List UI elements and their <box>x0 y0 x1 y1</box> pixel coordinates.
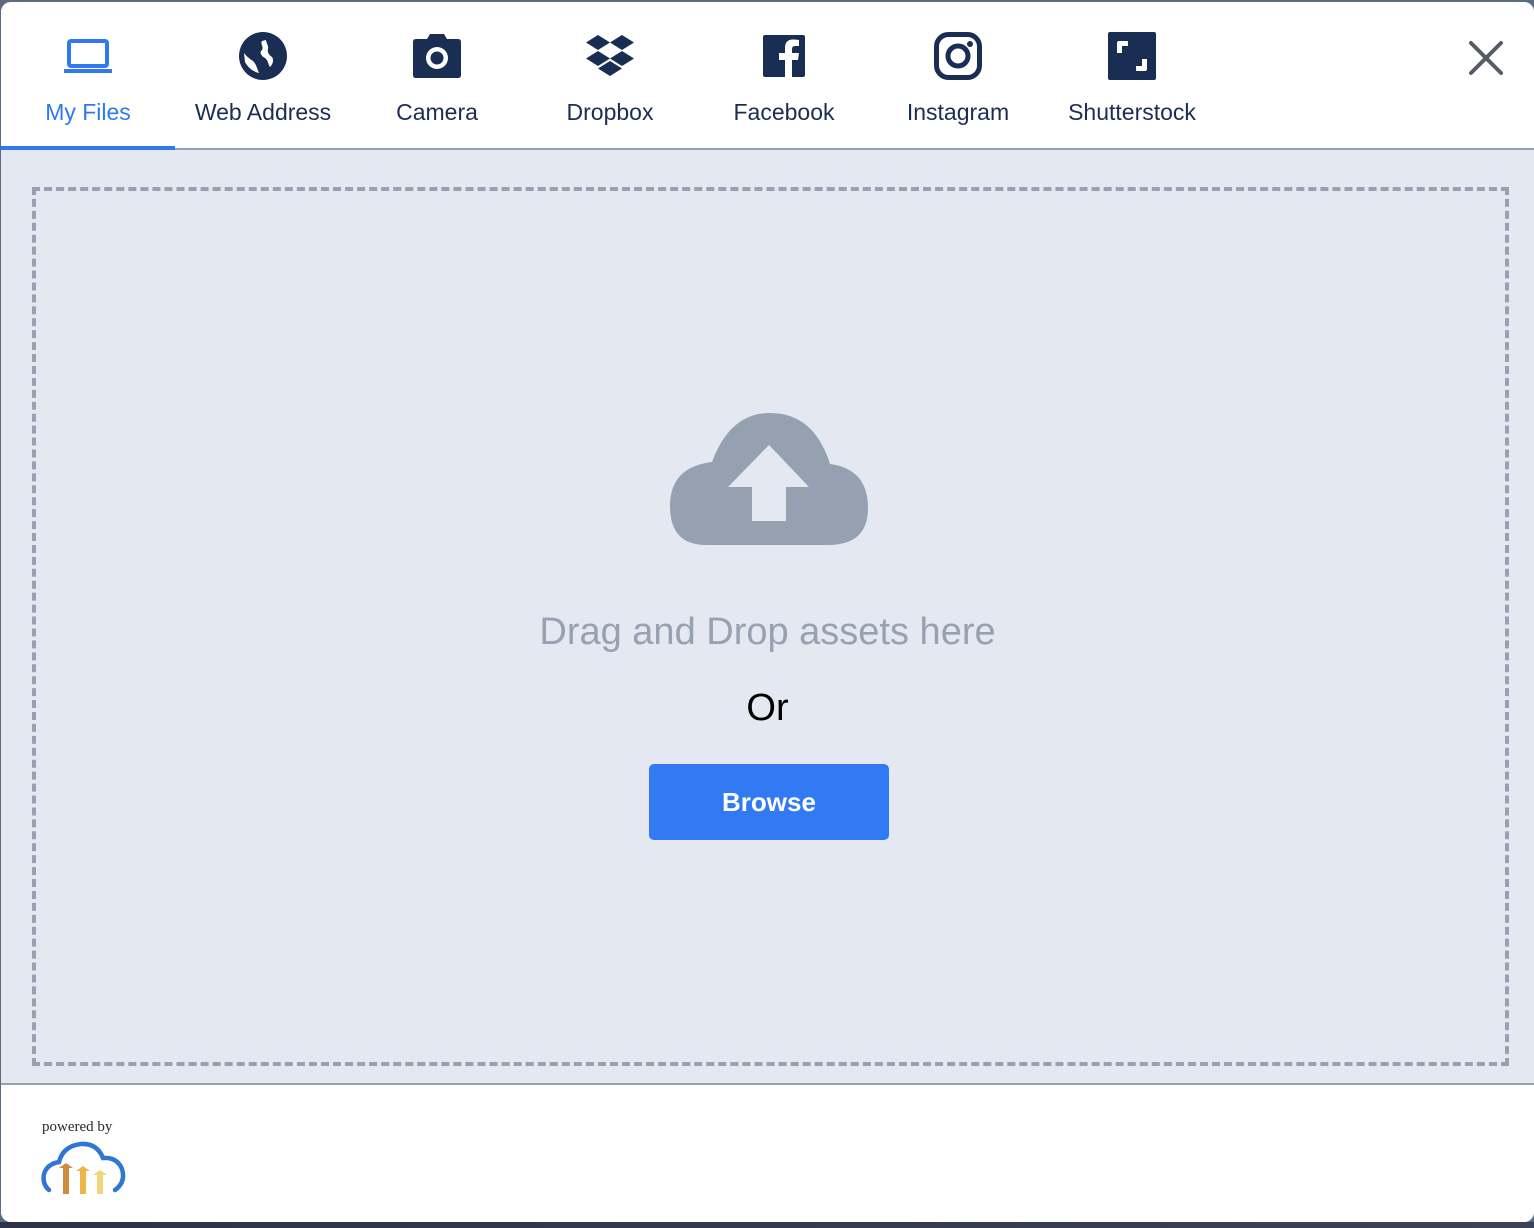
close-icon <box>1469 41 1503 75</box>
globe-icon <box>237 30 289 82</box>
cloudinary-logo[interactable] <box>41 1140 127 1198</box>
footer: powered by <box>1 1085 1534 1222</box>
laptop-icon <box>62 30 114 82</box>
tab-web-address[interactable]: Web Address <box>176 2 350 148</box>
tab-label: Instagram <box>906 99 1010 125</box>
close-button[interactable] <box>1464 36 1508 80</box>
tab-label: My Files <box>45 99 131 125</box>
or-text: Or <box>746 687 789 729</box>
browse-button[interactable]: Browse <box>649 764 889 840</box>
tab-label: Facebook <box>733 99 835 125</box>
drag-drop-text: Drag and Drop assets here <box>539 611 996 653</box>
facebook-icon <box>758 30 810 82</box>
shutterstock-icon <box>1106 30 1158 82</box>
tab-label: Dropbox <box>566 99 654 125</box>
tab-facebook[interactable]: Facebook <box>697 2 871 148</box>
backdrop-edge <box>0 1222 1534 1228</box>
dropbox-icon <box>584 30 636 82</box>
tab-label: Shutterstock <box>1068 99 1196 125</box>
tab-dropbox[interactable]: Dropbox <box>523 2 697 148</box>
upload-widget-modal: My Files Web Address Camera Dropbox Face… <box>1 2 1534 1222</box>
tab-my-files[interactable]: My Files <box>1 2 175 150</box>
tab-instagram[interactable]: Instagram <box>871 2 1045 148</box>
camera-icon <box>411 30 463 82</box>
source-tabs: My Files Web Address Camera Dropbox Face… <box>1 2 1534 150</box>
upload-area: Drag and Drop assets here Or Browse <box>1 150 1534 1085</box>
powered-by-text: powered by <box>42 1119 113 1135</box>
instagram-icon <box>932 30 984 82</box>
tab-label: Web Address <box>194 99 332 125</box>
cloud-upload-icon <box>670 413 868 545</box>
tab-label: Camera <box>396 99 478 125</box>
tab-shutterstock[interactable]: Shutterstock <box>1045 2 1219 148</box>
tab-camera[interactable]: Camera <box>350 2 524 148</box>
